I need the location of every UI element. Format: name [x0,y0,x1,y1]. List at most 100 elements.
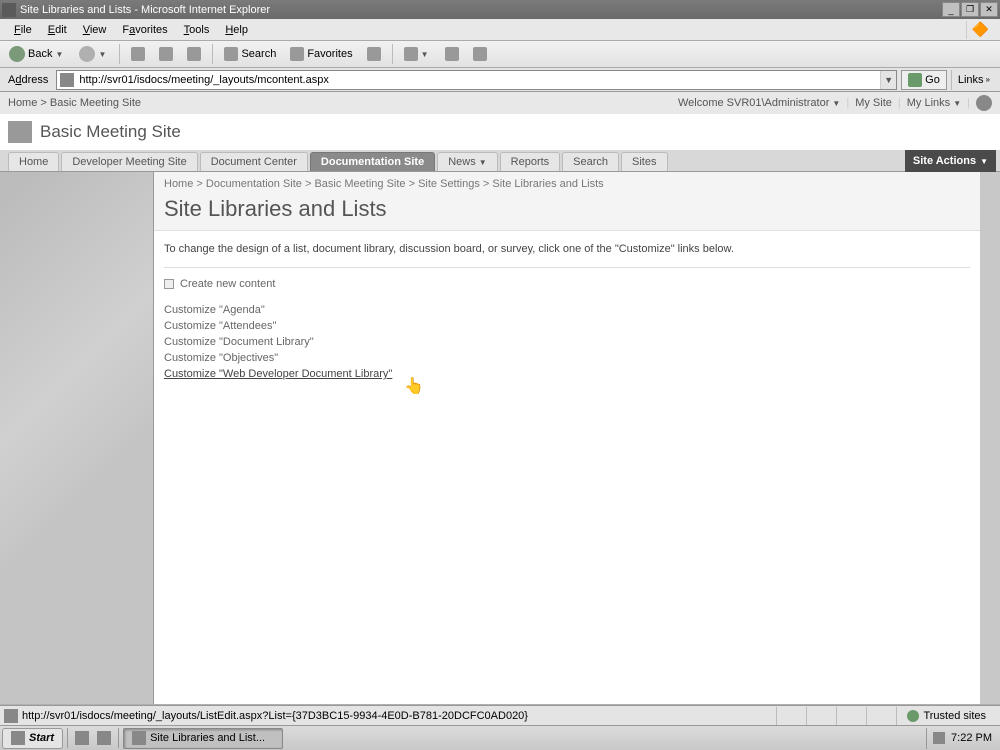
page-description: To change the design of a list, document… [154,231,980,263]
sp-main-content: Home > Documentation Site > Basic Meetin… [154,172,980,704]
home-icon [187,47,201,61]
menu-view[interactable]: View [75,22,115,38]
crumb-basic-meeting-site[interactable]: Basic Meeting Site [314,178,405,190]
window-titlebar: Site Libraries and Lists - Microsoft Int… [0,0,1000,19]
mail-icon [404,47,418,61]
site-title: Basic Meeting Site [40,122,181,142]
go-button[interactable]: Go [901,70,947,90]
customize-agenda-link[interactable]: Customize "Agenda" [164,302,970,318]
forward-button[interactable]: ▼ [74,43,113,65]
menu-favorites[interactable]: Favorites [114,22,175,38]
security-zone-pane: Trusted sites [896,707,996,725]
menu-tools[interactable]: Tools [176,22,218,38]
menu-edit[interactable]: Edit [40,22,75,38]
quicklaunch-ie[interactable] [94,728,114,748]
windows-taskbar: Start Site Libraries and List... 7:22 PM [0,725,1000,750]
start-button[interactable]: Start [2,728,63,749]
page-title: Site Libraries and Lists [154,194,980,231]
customize-links-list: Customize "Agenda" Customize "Attendees"… [154,296,980,388]
sp-content: Home > Documentation Site > Basic Meetin… [0,172,1000,704]
customize-document-library-link[interactable]: Customize "Document Library" [164,334,970,350]
crumb-current: Site Libraries and Lists [492,178,603,190]
sp-top-site: Basic Meeting Site [50,97,141,109]
customize-web-developer-document-library-link[interactable]: Customize "Web Developer Document Librar… [164,366,970,382]
site-actions-menu[interactable]: Site Actions▼ [905,150,996,172]
back-icon [9,46,25,62]
help-icon[interactable] [976,95,992,111]
sp-left-nav [0,172,154,704]
trusted-icon [907,710,919,722]
sp-top-right: Welcome SVR01\Administrator ▼ | My Site … [678,95,992,111]
status-panes: Trusted sites [776,707,996,725]
zone-label: Trusted sites [923,710,986,722]
tab-reports[interactable]: Reports [500,152,561,171]
customize-attendees-link[interactable]: Customize "Attendees" [164,318,970,334]
sp-top-home-link[interactable]: Home [8,97,37,109]
taskbar-clock[interactable]: 7:22 PM [951,732,992,744]
address-input-wrap[interactable]: ▼ [56,70,897,90]
tab-news[interactable]: News▼ [437,152,497,171]
status-pane [806,707,836,725]
taskbar-task-ie[interactable]: Site Libraries and List... [123,728,283,749]
toolbar-separator [212,44,213,64]
toolbar-separator [392,44,393,64]
create-new-content-link[interactable]: Create new content [154,272,980,296]
welcome-menu[interactable]: Welcome SVR01\Administrator ▼ [678,97,840,109]
menu-file[interactable]: File [6,22,40,38]
create-icon [164,279,174,289]
sp-right-gutter [980,172,1000,704]
go-icon [908,73,922,87]
quicklaunch-desktop[interactable] [72,728,92,748]
tab-documentation-site[interactable]: Documentation Site [310,152,435,171]
crumb-site-settings[interactable]: Site Settings [418,178,480,190]
ie-icon [132,731,146,745]
toolbar-separator [119,44,120,64]
windows-icon [11,731,25,745]
search-label: Search [241,48,276,60]
status-pane [776,707,806,725]
stop-button[interactable] [126,43,150,65]
history-button[interactable] [362,43,386,65]
refresh-button[interactable] [154,43,178,65]
home-button[interactable] [182,43,206,65]
browser-status-bar: http://svr01/isdocs/meeting/_layouts/Lis… [0,705,1000,725]
tab-search[interactable]: Search [562,152,619,171]
create-new-label: Create new content [180,278,275,290]
customize-objectives-link[interactable]: Customize "Objectives" [164,350,970,366]
menu-help[interactable]: Help [217,22,256,38]
star-icon [290,47,304,61]
status-pane [836,707,866,725]
tab-developer-meeting-site[interactable]: Developer Meeting Site [61,152,197,171]
crumb-home[interactable]: Home [164,178,193,190]
back-button[interactable]: Back▼ [4,43,70,65]
tab-document-center[interactable]: Document Center [200,152,308,171]
crumb-documentation-site[interactable]: Documentation Site [206,178,302,190]
address-bar: Address ▼ Go Links» [0,68,1000,92]
tray-icon[interactable] [933,732,945,744]
search-button[interactable]: Search [219,43,281,65]
system-tray: 7:22 PM [926,728,998,749]
links-button[interactable]: Links» [951,70,996,90]
tab-home[interactable]: Home [8,152,59,171]
address-input[interactable] [77,74,880,86]
page-breadcrumb: Home > Documentation Site > Basic Meetin… [154,172,980,194]
chevron-down-icon: ▼ [421,50,431,59]
address-dropdown[interactable]: ▼ [880,71,896,89]
favorites-button[interactable]: Favorites [285,43,357,65]
mail-button[interactable]: ▼ [399,43,436,65]
print-icon [445,47,459,61]
links-label: Links [958,74,984,86]
chevron-down-icon: ▼ [98,50,108,59]
tab-sites[interactable]: Sites [621,152,667,171]
restore-button[interactable]: ❐ [961,2,979,17]
print-button[interactable] [440,43,464,65]
edit-button[interactable] [468,43,492,65]
browser-toolbar: Back▼ ▼ Search Favorites ▼ [0,41,1000,68]
window-title: Site Libraries and Lists - Microsoft Int… [20,4,942,16]
mylinks-menu[interactable]: My Links ▼ [907,97,961,109]
close-button[interactable]: ✕ [980,2,998,17]
minimize-button[interactable]: _ [942,2,960,17]
mysite-link[interactable]: My Site [855,97,892,109]
status-pane [866,707,896,725]
history-icon [367,47,381,61]
